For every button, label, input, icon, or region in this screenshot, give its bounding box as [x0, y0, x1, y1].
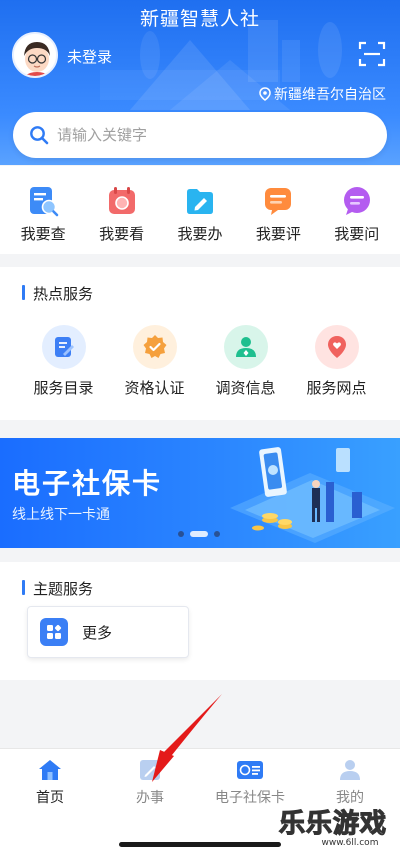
catalog-icon: [54, 337, 74, 357]
theme-services-section: 主题服务 更多: [0, 562, 400, 680]
search-input[interactable]: [57, 126, 357, 144]
pointer-arrow-annotation: [152, 694, 222, 782]
folder-edit-icon: [186, 189, 213, 214]
comment-icon: [265, 188, 292, 215]
quick-action-label: 我要评: [255, 226, 301, 243]
carousel-dot[interactable]: [214, 531, 220, 537]
quick-action-label: 我要查: [20, 226, 66, 243]
hot-services-section: 热点服务 服务目录 资格认证 调资信息 服务网点: [0, 267, 400, 420]
location-label: 新疆维吾尔自治区: [274, 86, 386, 102]
tab-home[interactable]: 首页: [0, 749, 100, 808]
grid-apps-icon: [40, 618, 68, 646]
tab-label: 办事: [136, 789, 164, 805]
location-selector[interactable]: 新疆维吾尔自治区: [259, 84, 386, 104]
section-title: 热点服务: [22, 283, 93, 304]
app-header: 新疆智慧人社 未登录 新疆维吾尔自治区: [0, 0, 400, 165]
location-heart-icon: [327, 336, 346, 358]
tab-mine[interactable]: 我的: [300, 749, 400, 808]
banner-title: 电子社保卡: [12, 468, 163, 499]
quick-action-label: 我要看: [99, 226, 145, 243]
search-icon: [30, 126, 49, 145]
avatar[interactable]: [12, 32, 58, 78]
app-title: 新疆智慧人社: [139, 9, 260, 30]
watermark-logo: 乐乐游戏 www.6ll.com: [272, 802, 394, 848]
quick-action-label: 我要办: [177, 226, 223, 243]
carousel-indicator: [178, 531, 220, 537]
hot-service-icon-bg: [223, 325, 268, 369]
home-icon: [39, 760, 61, 780]
more-button[interactable]: 更多: [27, 606, 189, 658]
hot-service-icon-bg: [132, 325, 177, 369]
location-pin-icon: [259, 87, 271, 101]
search-bar[interactable]: [13, 112, 387, 158]
hot-service-icon-bg: [41, 325, 86, 369]
quick-action-ask[interactable]: 我要问: [322, 166, 392, 254]
hot-service-icon-bg: [314, 325, 359, 369]
hot-service-catalog[interactable]: 服务目录: [24, 325, 104, 398]
more-label: 更多: [82, 624, 113, 642]
hot-service-label: 服务目录: [33, 380, 94, 397]
search-doc-icon: [30, 187, 59, 217]
hot-service-label: 资格认证: [124, 380, 185, 397]
hot-service-certification[interactable]: 资格认证: [115, 325, 195, 398]
chat-icon: [343, 187, 370, 215]
hot-service-salary-info[interactable]: 调资信息: [206, 325, 286, 398]
card-icon: [237, 761, 263, 779]
login-status[interactable]: 未登录: [67, 46, 112, 67]
user-icon: [340, 760, 360, 780]
carousel-dot[interactable]: [178, 531, 184, 537]
tab-label: 首页: [36, 789, 64, 805]
svg-text:www.6ll.com: www.6ll.com: [322, 838, 379, 848]
user-info-icon: [235, 337, 256, 357]
quick-action-view[interactable]: 我要看: [87, 166, 157, 254]
calendar-icon: [108, 187, 135, 214]
scan-icon[interactable]: [358, 40, 386, 68]
carousel-dot-active[interactable]: [190, 531, 208, 537]
svg-text:乐乐游戏: 乐乐游戏: [279, 809, 387, 839]
section-title: 主题服务: [22, 578, 93, 599]
banner-subtitle: 线上线下一卡通: [12, 506, 110, 522]
hot-service-label: 服务网点: [306, 380, 367, 397]
hot-service-label: 调资信息: [215, 380, 276, 397]
quick-actions: 我要查 我要看 我要办 我要评 我要问: [0, 166, 400, 254]
quick-action-query[interactable]: 我要查: [8, 166, 78, 254]
certification-badge-icon: [143, 335, 166, 358]
banner-carousel[interactable]: 电子社保卡 线上线下一卡通: [0, 438, 400, 548]
hot-service-outlets[interactable]: 服务网点: [297, 325, 377, 398]
quick-action-review[interactable]: 我要评: [243, 166, 313, 254]
quick-action-label: 我要问: [334, 226, 380, 243]
home-indicator: [119, 842, 281, 847]
quick-action-handle[interactable]: 我要办: [165, 166, 235, 254]
